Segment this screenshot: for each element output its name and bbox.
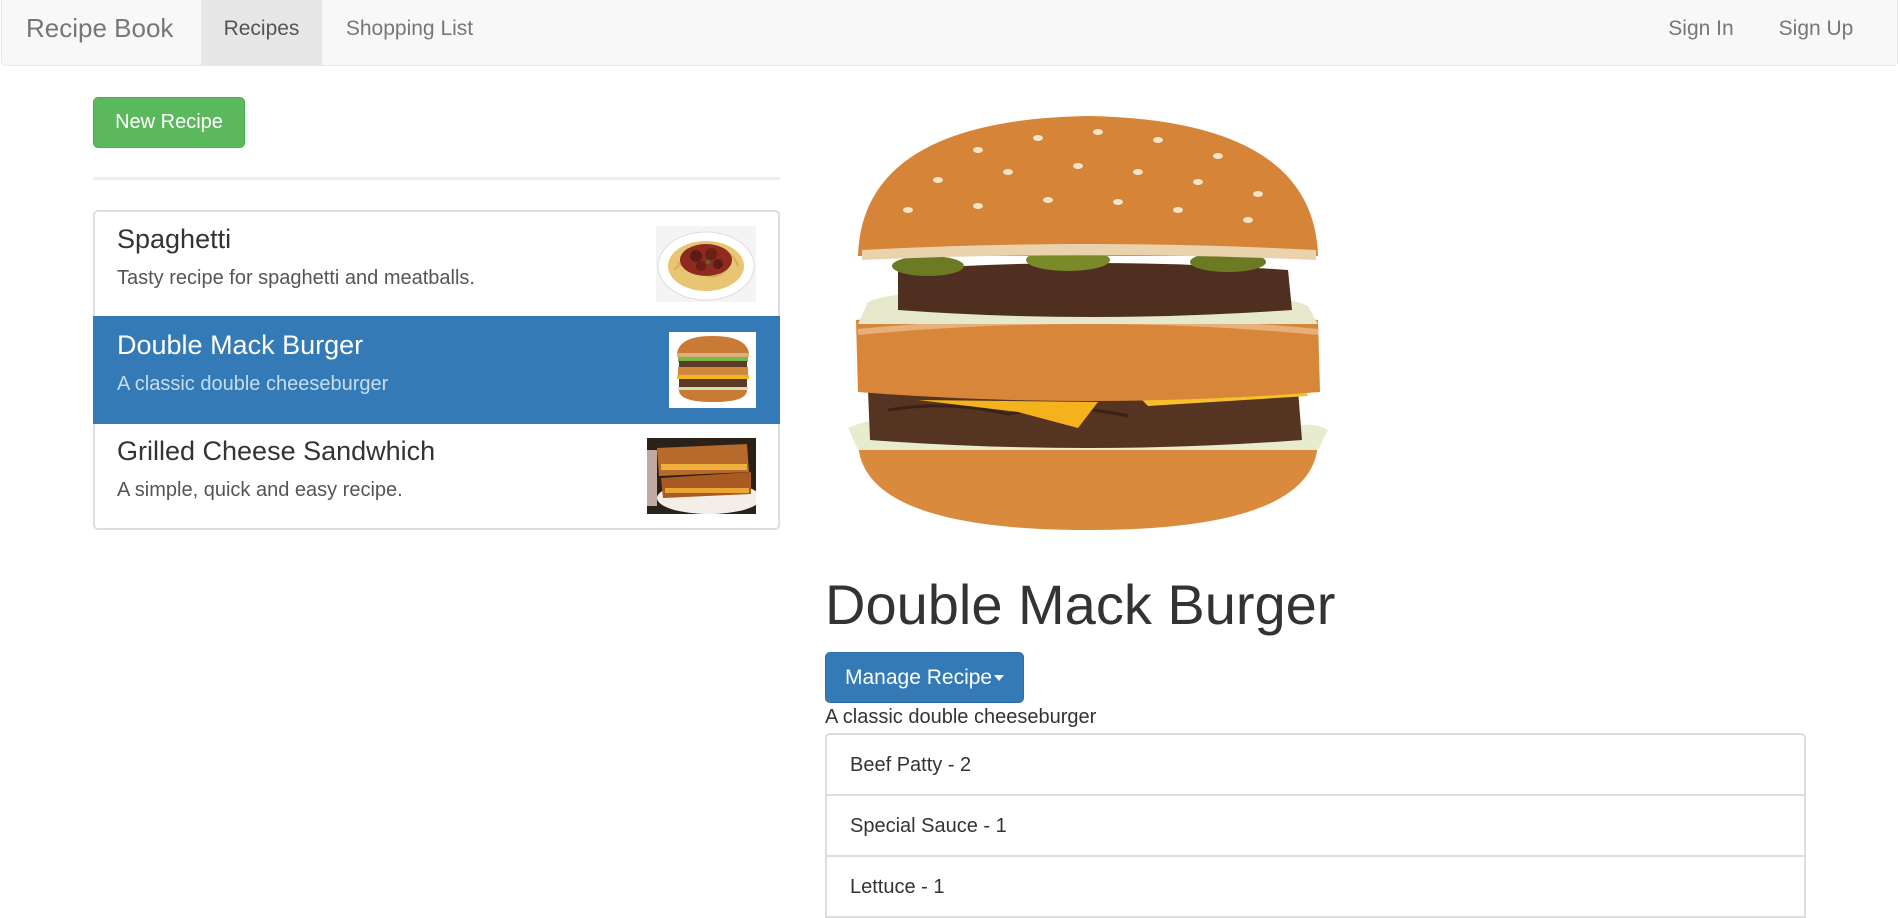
manage-recipe-label: Manage Recipe — [845, 666, 993, 689]
recipe-item-name: Double Mack Burger — [117, 330, 364, 360]
recipe-list: Spaghetti Tasty recipe for spaghetti and… — [93, 210, 780, 530]
ingredient-item[interactable]: Beef Patty - 2 — [825, 733, 1806, 796]
ingredient-list: Beef Patty - 2 Special Sauce - 1 Lettuce… — [825, 733, 1806, 918]
recipe-item-description: Tasty recipe for spaghetti and meatballs… — [117, 267, 475, 289]
sign-in-link[interactable]: Sign In — [1647, 0, 1755, 65]
recipe-item-spaghetti[interactable]: Spaghetti Tasty recipe for spaghetti and… — [93, 210, 780, 318]
ingredient-item[interactable]: Lettuce - 1 — [825, 855, 1806, 918]
manage-recipe-dropdown-button[interactable]: Manage Recipe — [825, 652, 1024, 703]
recipe-item-double-mack-burger[interactable]: Double Mack Burger A classic double chee… — [93, 316, 780, 424]
recipe-description: A classic double cheeseburger — [825, 706, 1097, 728]
ingredient-item[interactable]: Special Sauce - 1 — [825, 794, 1806, 857]
divider — [93, 177, 780, 180]
navbar: Recipe Book Recipes Shopping List Sign I… — [1, 0, 1898, 66]
burger-thumbnail — [669, 332, 756, 408]
recipe-title: Double Mack Burger — [825, 573, 1336, 636]
recipe-item-name: Spaghetti — [117, 224, 232, 254]
grilled-cheese-thumbnail — [647, 438, 756, 514]
spaghetti-thumbnail — [656, 226, 756, 302]
recipe-item-description: A classic double cheeseburger — [117, 373, 389, 395]
recipe-item-description: A simple, quick and easy recipe. — [117, 479, 403, 501]
recipe-item-grilled-cheese-sandwhich[interactable]: Grilled Cheese Sandwhich A simple, quick… — [93, 422, 780, 530]
caret-down-icon — [994, 675, 1005, 682]
recipe-image — [828, 110, 1348, 540]
nav-recipes-link[interactable]: Recipes — [201, 0, 322, 65]
new-recipe-button[interactable]: New Recipe — [93, 97, 245, 148]
recipe-item-name: Grilled Cheese Sandwhich — [117, 436, 436, 466]
sign-up-link[interactable]: Sign Up — [1755, 0, 1877, 65]
nav-shopping-list-link[interactable]: Shopping List — [322, 0, 497, 65]
brand-link[interactable]: Recipe Book — [26, 0, 173, 58]
